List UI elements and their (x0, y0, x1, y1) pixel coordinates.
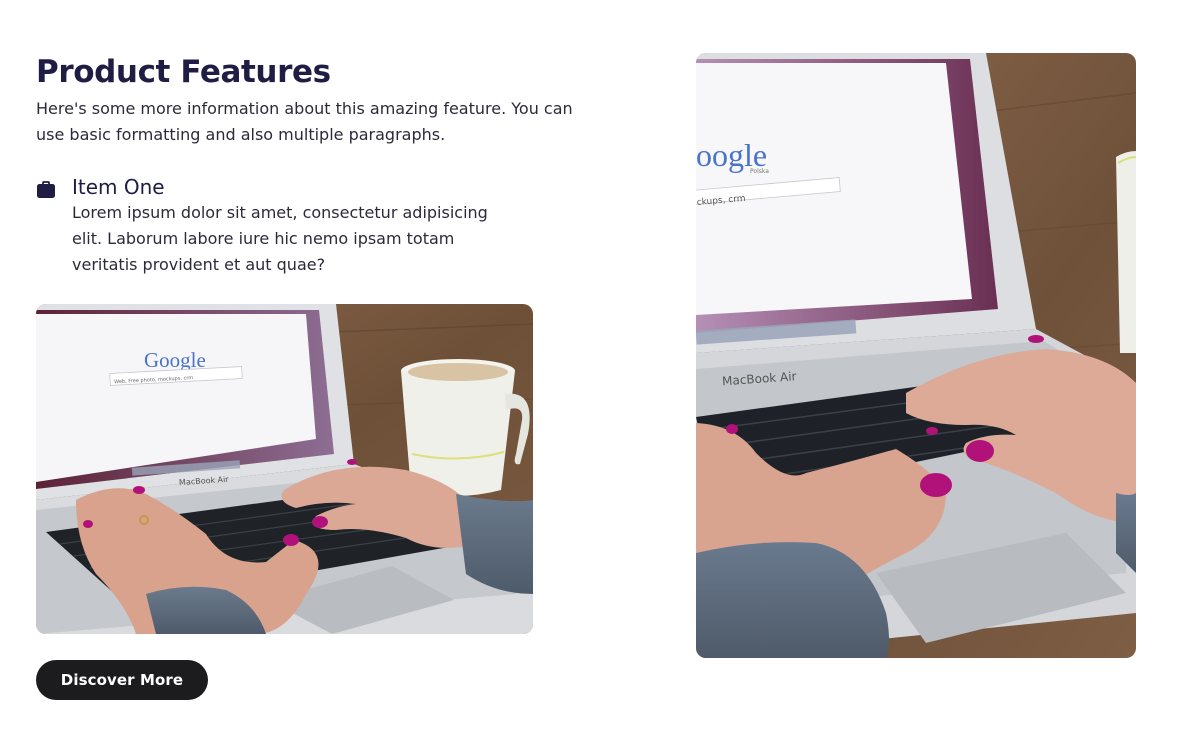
feature-item: Item One Lorem ipsum dolor sit amet, con… (36, 174, 512, 278)
svg-text:Polska: Polska (750, 168, 769, 175)
product-features-section: Product Features Here's some more inform… (0, 0, 1182, 731)
google-logo-small: Google (144, 348, 206, 372)
feature-title: Item One (72, 175, 165, 199)
feature-description: Lorem ipsum dolor sit amet, consectetur … (72, 203, 488, 274)
features-text-column: Product Features Here's some more inform… (36, 50, 596, 278)
laptop-photo-large: oogle Polska ckups, crm MacBook Air (696, 53, 1136, 658)
briefcase-icon (36, 181, 56, 199)
laptop-photo-small: Google Web, Free photo, mockups, crm Mac… (36, 304, 533, 634)
page-title: Product Features (36, 54, 331, 90)
intro-paragraph: Here's some more information about this … (36, 99, 573, 144)
discover-more-button[interactable]: Discover More (36, 660, 208, 700)
